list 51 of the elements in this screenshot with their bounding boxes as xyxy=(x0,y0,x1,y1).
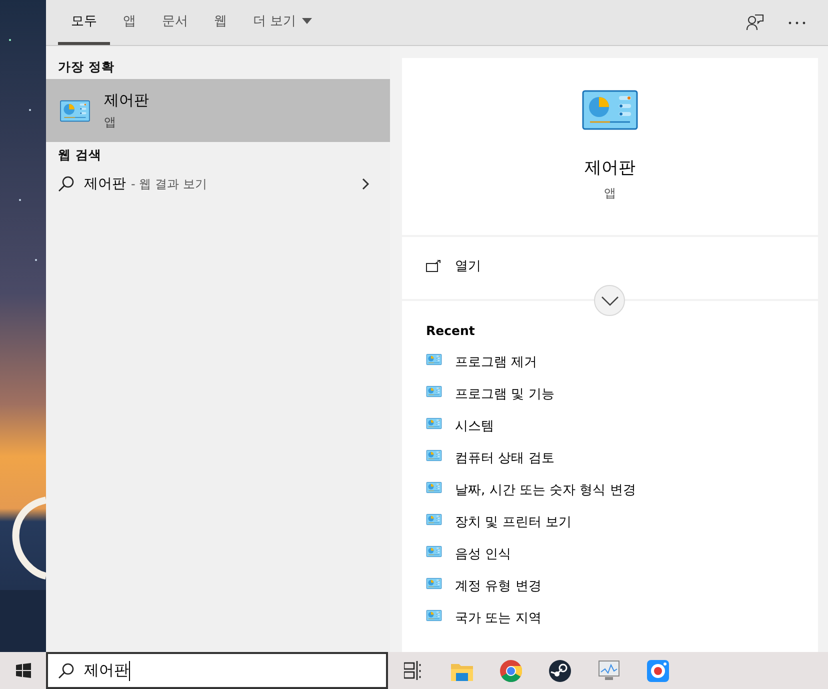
expand-button[interactable] xyxy=(594,285,625,316)
tab[interactable]: 더 보기 xyxy=(240,0,326,45)
section-heading: 웹 검색 xyxy=(57,146,102,164)
control-panel-icon xyxy=(426,386,442,396)
chevron-right-icon xyxy=(362,178,370,190)
record-icon[interactable] xyxy=(646,660,668,682)
result-subtitle: 앱 xyxy=(104,114,117,130)
control-panel-icon xyxy=(426,578,442,588)
search-field[interactable]: 제어판 xyxy=(46,652,388,689)
tab[interactable]: 문서 xyxy=(149,0,201,45)
task-view-icon[interactable] xyxy=(404,661,421,680)
result-title: 제어판 xyxy=(104,90,149,110)
recent-heading: Recent xyxy=(426,323,476,338)
more-icon[interactable] xyxy=(788,20,806,24)
recent-item[interactable]: 시스템 xyxy=(426,410,794,442)
monitor-icon[interactable] xyxy=(598,660,620,681)
app-title: 제어판 xyxy=(584,157,636,179)
recent-item[interactable]: 국가 또는 지역 xyxy=(426,602,794,634)
result-item[interactable]: 제어판 앱 xyxy=(46,79,390,142)
recent-item[interactable]: 계정 유형 변경 xyxy=(426,570,794,602)
section-heading: 가장 정확 xyxy=(57,58,116,76)
control-panel-icon xyxy=(582,90,638,130)
recent-item[interactable]: 장치 및 프린터 보기 xyxy=(426,506,794,538)
web-hint: - 웹 결과 보기 xyxy=(131,176,207,193)
control-panel-icon xyxy=(426,514,442,524)
tab[interactable]: 웹 xyxy=(201,0,240,45)
control-panel-icon xyxy=(426,450,442,460)
control-panel-icon xyxy=(426,546,442,556)
control-panel-icon xyxy=(60,100,90,122)
control-panel-icon xyxy=(426,354,442,364)
recent-item[interactable]: 프로그램 및 기능 xyxy=(426,378,794,410)
chevron-down-icon xyxy=(600,296,618,306)
search-icon xyxy=(58,662,74,678)
search-icon xyxy=(58,176,74,192)
web-result-item[interactable]: 제어판 - 웹 결과 보기 xyxy=(46,167,390,201)
windows-icon xyxy=(16,663,30,678)
control-panel-icon xyxy=(426,482,442,492)
control-panel-icon xyxy=(426,418,442,428)
tab[interactable]: 앱 xyxy=(110,0,149,45)
recent-item[interactable]: 날짜, 시간 또는 숫자 형식 변경 xyxy=(426,474,794,506)
feedback-icon[interactable] xyxy=(746,14,764,31)
web-query: 제어판 xyxy=(84,175,126,193)
caret-icon xyxy=(302,18,312,24)
recent-item[interactable]: 컴퓨터 상태 검토 xyxy=(426,442,794,474)
recent-item[interactable]: 음성 인식 xyxy=(426,538,794,570)
browser-icon[interactable] xyxy=(500,660,522,682)
recent-item[interactable]: 프로그램 제거 xyxy=(426,346,794,378)
steam-icon[interactable] xyxy=(548,660,570,682)
open-icon xyxy=(426,260,441,272)
control-panel-icon xyxy=(426,610,442,620)
app-subtitle: 앱 xyxy=(604,185,616,202)
